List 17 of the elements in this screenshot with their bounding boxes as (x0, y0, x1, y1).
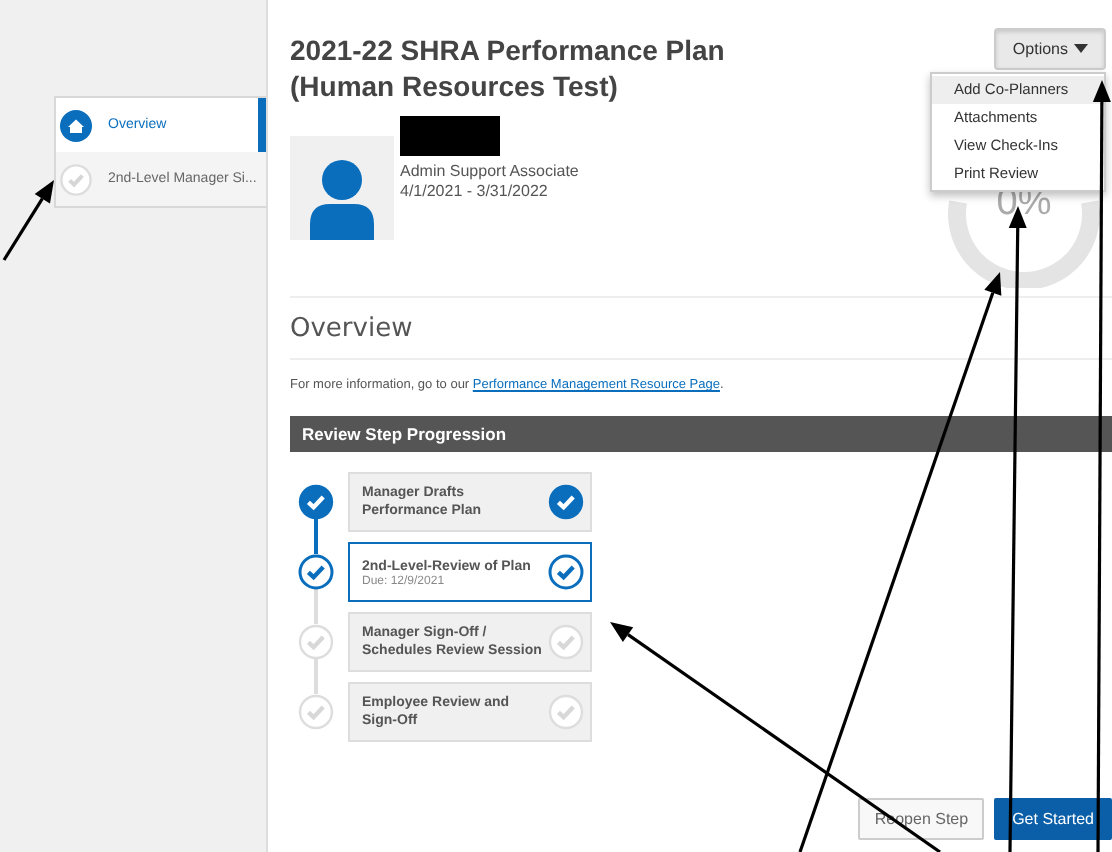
period-text: 4/1/2021 - 3/31/2022 (400, 182, 550, 202)
plan-title: 2021-22 SHRA Performance Plan (Human Resources Test) (290, 32, 727, 104)
check-icon (60, 163, 92, 195)
home-icon (60, 109, 92, 141)
avatar-icon (290, 136, 394, 240)
check-icon (548, 484, 584, 520)
check-icon (548, 554, 584, 590)
section-header: Review Step Progression (290, 416, 1112, 452)
check-icon (548, 624, 584, 660)
position-text: Admin Support Associate (400, 162, 579, 182)
annotation-arrow (2, 180, 54, 261)
caret-icon (1074, 44, 1088, 54)
redaction-bar (400, 116, 500, 156)
check-icon (548, 694, 584, 730)
options-button[interactable]: Options (994, 28, 1106, 70)
get-started-button[interactable]: Get Started (994, 798, 1112, 840)
section-heading: Overview (290, 298, 1112, 360)
